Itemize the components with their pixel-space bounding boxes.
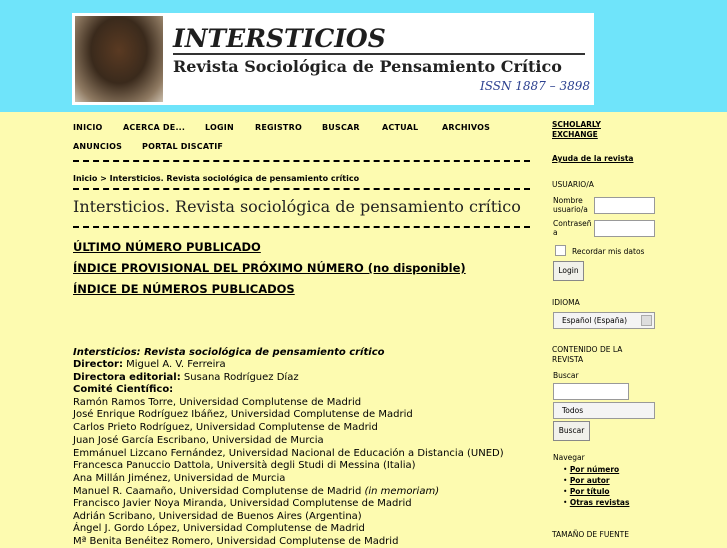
browse-item-label[interactable]: Por título [570,487,610,496]
nav-buscar[interactable]: BUSCAR [322,123,360,132]
memoriam-note: (in memoriam) [364,486,440,497]
content-heading-2: REVISTA [552,355,584,364]
language-heading: IDIOMA [552,298,580,307]
nav-anuncios[interactable]: ANUNCIOS [73,142,122,151]
user-heading: USUARIO/A [552,180,594,189]
committee-member: Juan José García Escribano, Universidad … [73,435,324,446]
search-scope-value: Todos [562,406,584,415]
committee-label: Comité Científico: [73,384,174,395]
next-issue-link[interactable]: ÍNDICE PROVISIONAL DEL PRÓXIMO NÚMERO (n… [73,261,466,275]
committee-member: Emmánuel Lizcano Fernández, Universidad … [73,448,504,459]
committee-member: Adrián Scribano, Universidad de Buenos A… [73,511,362,522]
username-label-2: usuario/a [553,205,588,214]
browse-item-other-journals[interactable]: • Otras revistas [563,498,629,507]
journal-help-link[interactable]: Ayuda de la revista [552,154,633,163]
nav-acerca[interactable]: ACERCA DE... [123,123,185,132]
divider [73,188,530,190]
browse-item-label[interactable]: Por autor [570,476,610,485]
committee-member: Mª Benita Benéitez Romero, Universidad C… [73,536,399,547]
content-heading-1: CONTENIDO DE LA [552,345,623,354]
banner-title: INTERSTICIOS [173,24,386,53]
username-label: Nombre usuario/a [553,196,588,214]
committee-member: Francisco Javier Noya Miranda, Universid… [73,498,412,509]
banner-rule [173,53,585,55]
search-label: Buscar [553,371,579,380]
committee-member: Ángel J. Gordo López, Universidad Complu… [73,523,365,534]
search-button[interactable]: Buscar [553,421,590,441]
search-scope-select[interactable]: Todos [553,402,655,419]
language-value: Español (España) [562,316,628,325]
password-label-2: a [553,228,558,237]
nav-archivos[interactable]: ARCHIVOS [442,123,490,132]
committee-member: Francesca Panuccio Dattola, Università d… [73,460,416,471]
director-line: Director: Miguel A. V. Ferreira [73,359,226,371]
font-size-heading: TAMAÑO DE FUENTE [552,530,629,539]
password-label: Contraseñ a [553,219,591,237]
username-input[interactable] [594,197,655,214]
username-label-1: Nombre [553,196,583,205]
browse-item-label[interactable]: Por número [570,465,619,474]
password-input[interactable] [594,220,655,237]
browse-item-by-issue[interactable]: • Por número [563,465,619,474]
committee-member-name: Manuel R. Caamaño, Universidad Compluten… [73,486,362,497]
journal-banner[interactable]: INTERSTICIOS Revista Sociológica de Pens… [72,13,594,105]
browse-item-by-title[interactable]: • Por título [563,487,610,496]
language-select[interactable]: Español (España) [553,312,655,329]
site-header: INTERSTICIOS Revista Sociológica de Pens… [0,0,727,112]
nav-actual[interactable]: ACTUAL [382,123,418,132]
editorial-director-name: Susana Rodríguez Díaz [183,372,299,383]
director-name: Miguel A. V. Ferreira [126,359,226,370]
divider [73,160,530,162]
editorial-director-line: Directora editorial: Susana Rodríguez Dí… [73,372,299,384]
banner-issn: ISSN 1887 – 3898 [480,79,590,93]
browse-item-by-author[interactable]: • Por autor [563,476,610,485]
nav-registro[interactable]: REGISTRO [255,123,302,132]
committee-member: Carlos Prieto Rodríguez, Universidad Com… [73,422,378,433]
login-button[interactable]: Login [553,261,584,281]
nav-inicio[interactable]: INICIO [73,123,103,132]
scholarly-exchange-link[interactable]: SCHOLARLY EXCHANGE [552,120,601,140]
committee-member: Ana Millán Jiménez, Universidad de Murci… [73,473,286,484]
latest-issue-link[interactable]: ÚLTIMO NÚMERO PUBLICADO [73,240,261,254]
director-label: Director: [73,359,123,370]
content-heading: CONTENIDO DE LA REVISTA [552,345,622,365]
nav-login[interactable]: LOGIN [205,123,234,132]
editorial-director-label: Directora editorial: [73,372,181,383]
scholarly-line-2: EXCHANGE [552,130,598,139]
nav-portal-discatif[interactable]: PORTAL DISCATIF [142,142,223,151]
scholarly-line-1: SCHOLARLY [552,120,601,129]
page-title: Intersticios. Revista sociológica de pen… [73,197,521,216]
committee-member: José Enrique Rodríguez Ibáñez, Universid… [73,409,413,420]
divider [73,226,530,228]
dropdown-arrow-icon [641,315,652,326]
thinker-statue-image [75,16,163,102]
remember-checkbox[interactable] [555,245,566,256]
breadcrumb[interactable]: Inicio > Intersticios. Revista sociológi… [73,174,359,183]
banner-subtitle: Revista Sociológica de Pensamiento Críti… [173,57,562,76]
committee-member: Manuel R. Caamaño, Universidad Compluten… [73,486,439,498]
browse-heading: Navegar [553,453,585,462]
remember-label: Recordar mis datos [572,247,645,256]
browse-item-label[interactable]: Otras revistas [570,498,630,507]
journal-name: Intersticios: Revista sociológica de pen… [73,347,385,358]
issue-index-link[interactable]: ÍNDICE DE NÚMEROS PUBLICADOS [73,282,295,296]
committee-member: Ramón Ramos Torre, Universidad Compluten… [73,397,362,408]
search-input[interactable] [553,383,629,400]
password-label-1: Contraseñ [553,219,592,228]
